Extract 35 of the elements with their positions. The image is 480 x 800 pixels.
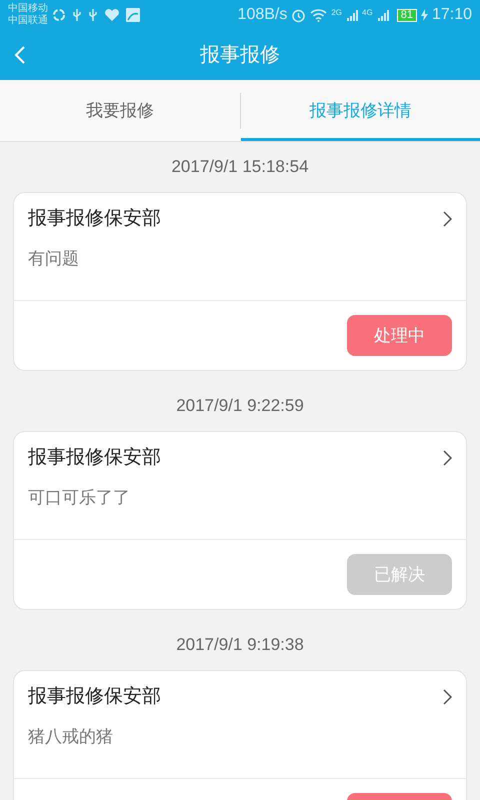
sync-icon bbox=[52, 8, 66, 22]
network-type: 4G bbox=[362, 7, 373, 19]
record-description: 有问题 bbox=[28, 248, 80, 270]
carrier-name: 中国联通 bbox=[8, 15, 48, 27]
record-title: 报事报修保安部 bbox=[28, 685, 161, 709]
signal-icon bbox=[376, 9, 389, 21]
battery-level: 81 bbox=[396, 8, 417, 22]
record-description: 可口可乐了了 bbox=[28, 486, 131, 508]
status-button[interactable]: 处理中 bbox=[347, 315, 452, 356]
network-type: 2G bbox=[331, 7, 342, 19]
timestamp: 2017/9/1 15:18:54 bbox=[171, 156, 309, 178]
image-icon bbox=[126, 8, 140, 22]
heart-icon bbox=[104, 8, 120, 22]
usb-icon bbox=[88, 8, 98, 22]
wifi-icon bbox=[310, 8, 328, 22]
back-icon bbox=[14, 45, 26, 65]
chevron-right-icon bbox=[443, 689, 452, 706]
clock-time: 17:10 bbox=[432, 5, 472, 25]
tab[interactable]: 我要报修 bbox=[0, 80, 240, 141]
chevron-right-icon bbox=[443, 450, 452, 466]
chevron-right-icon bbox=[443, 211, 452, 228]
carrier-name: 中国移动 bbox=[8, 3, 48, 14]
charging-icon bbox=[420, 9, 428, 21]
usb-icon bbox=[72, 8, 82, 22]
record-card[interactable]: 报事报修保安部 猪八戒的猪 bbox=[13, 670, 467, 800]
timestamp: 2017/9/1 9:19:38 bbox=[176, 634, 304, 656]
network-speed: 108B/s bbox=[238, 5, 288, 25]
page-title: 报事报修 bbox=[200, 43, 280, 68]
timestamp: 2017/9/1 9:22:59 bbox=[176, 395, 304, 418]
alarm-icon bbox=[291, 8, 306, 22]
record-title: 报事报修保安部 bbox=[28, 446, 161, 470]
record-description: 猪八戒的猪 bbox=[28, 726, 114, 748]
record-title: 报事报修保安部 bbox=[28, 207, 161, 231]
signal-icon bbox=[346, 9, 358, 21]
record-card[interactable]: 报事报修保安部 有问题 处理中 bbox=[13, 192, 467, 371]
